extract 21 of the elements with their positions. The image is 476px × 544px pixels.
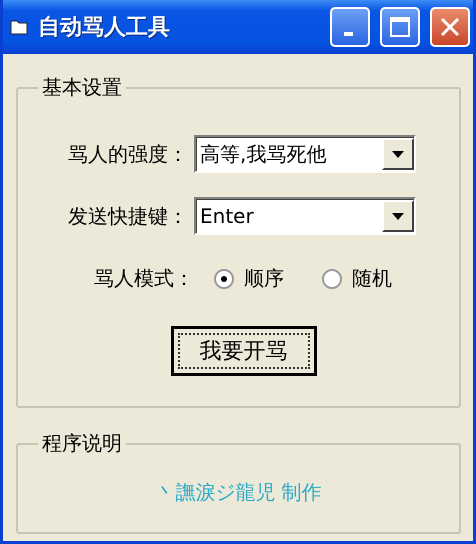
maximize-icon: [389, 16, 411, 38]
group-title: 基本设置: [41, 74, 123, 101]
dropdown[interactable]: 高等,我骂死他: [194, 135, 416, 173]
close-icon: [439, 16, 461, 38]
radio-button[interactable]: [214, 268, 234, 288]
app-icon: [10, 19, 28, 35]
field-label: 发送快捷键：: [67, 202, 188, 230]
field-label: 骂人模式：: [94, 265, 194, 292]
window-title: 自动骂人工具: [38, 14, 171, 42]
credit-text: 丶譕淚ジ龍児 制作: [155, 479, 322, 506]
maximize-button[interactable]: [380, 7, 420, 47]
dropdown[interactable]: Enter: [194, 197, 416, 235]
radio-option[interactable]: 顺序: [214, 265, 284, 292]
field-label: 骂人的强度：: [67, 140, 188, 168]
minimize-button[interactable]: [330, 7, 370, 47]
group-title: 程序说明: [41, 430, 123, 457]
start-button[interactable]: 我要开骂: [170, 326, 316, 376]
radio-button[interactable]: [322, 268, 342, 288]
radio-option[interactable]: 随机: [322, 265, 392, 292]
minimize-icon: [344, 32, 352, 36]
close-button[interactable]: [430, 7, 470, 47]
